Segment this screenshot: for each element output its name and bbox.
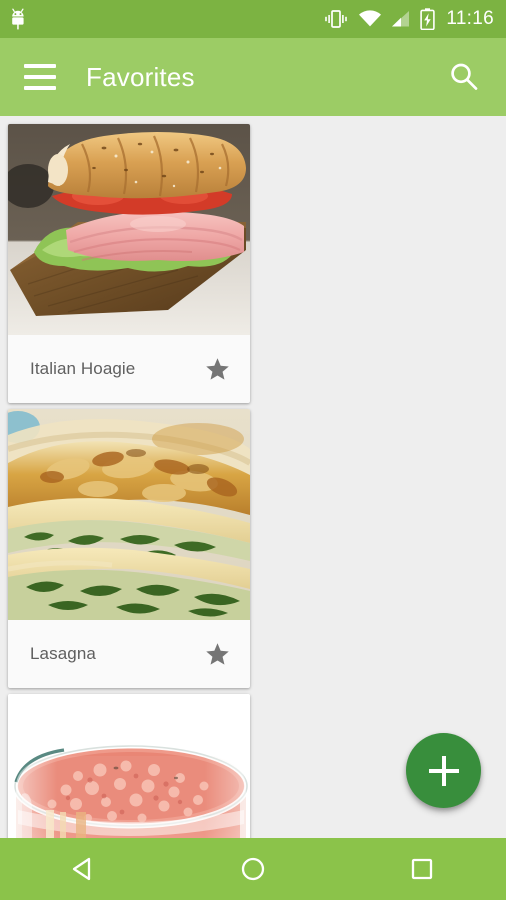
star-filled-icon[interactable] — [202, 354, 232, 384]
plus-icon — [428, 755, 459, 786]
back-button[interactable] — [0, 838, 169, 900]
app-root: 11:16 Favorites Italian Hoagie Lasagna — [0, 0, 506, 900]
recents-button[interactable] — [337, 838, 506, 900]
star-glyph — [205, 642, 229, 665]
card-footer: Italian Hoagie — [8, 335, 250, 403]
menu-line-2 — [24, 75, 56, 79]
italian-hoagie-photo — [8, 124, 250, 335]
add-recipe-fab[interactable] — [406, 733, 481, 808]
circle-home-icon — [241, 857, 265, 881]
vibrate-icon — [325, 10, 348, 28]
search-icon[interactable] — [444, 57, 484, 97]
star-filled-icon[interactable] — [202, 639, 232, 669]
android-robot-icon — [12, 8, 24, 30]
page-title: Favorites — [86, 61, 195, 92]
status-bar-left-icons — [10, 8, 30, 30]
hamburger-menu-icon[interactable] — [24, 64, 56, 90]
app-bar: Favorites — [0, 38, 506, 116]
recipe-card[interactable]: Lasagna — [8, 409, 250, 688]
cellular-signal-icon — [392, 11, 410, 27]
recipe-card[interactable]: Strawberry Smoothie — [8, 694, 250, 838]
lasagna-photo — [8, 409, 250, 620]
android-navigation-bar — [0, 838, 506, 900]
search-glyph — [451, 63, 478, 90]
status-bar-right-icons: 11:16 — [323, 8, 494, 30]
triangle-back-icon — [73, 857, 91, 881]
favorites-list-scroll-area[interactable]: Italian Hoagie Lasagna — [0, 116, 506, 838]
recipe-card-grid: Italian Hoagie Lasagna — [0, 116, 506, 838]
star-glyph — [205, 357, 229, 380]
recipe-card[interactable]: Italian Hoagie — [8, 124, 250, 403]
home-button[interactable] — [169, 838, 338, 900]
strawberry-smoothie-photo — [8, 694, 250, 838]
battery-charging-icon — [420, 8, 436, 30]
recipe-title: Lasagna — [30, 644, 96, 663]
status-bar: 11:16 — [0, 0, 506, 38]
menu-line-1 — [24, 64, 56, 68]
wifi-icon — [359, 10, 382, 27]
menu-line-3 — [24, 86, 56, 90]
square-recents-icon — [411, 858, 432, 880]
status-bar-clock: 11:16 — [446, 8, 494, 29]
card-footer: Lasagna — [8, 620, 250, 688]
recipe-title: Italian Hoagie — [30, 359, 136, 378]
